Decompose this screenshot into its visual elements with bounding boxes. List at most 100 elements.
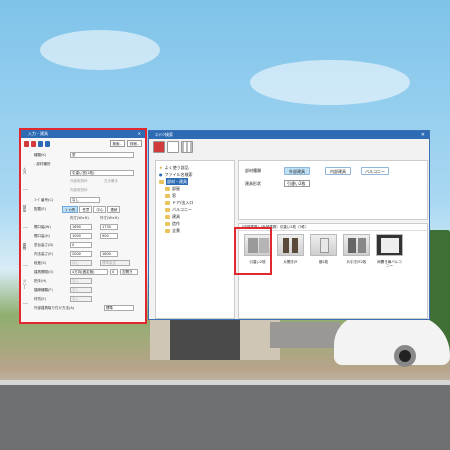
code-label: ｺｰﾄﾞ番号(C) (34, 198, 54, 202)
handle-label: 把手(H) (34, 279, 47, 283)
search-icon: ● (159, 172, 163, 177)
col-outer-label: 外寸(W×H) (100, 216, 119, 220)
width-label: 開口幅(W) (34, 225, 51, 229)
input-panel: 入力 - 建具 ✕ 検索.. 詳細.. 入力 部品 建物 ツリー 種類(K) 窓 … (19, 128, 147, 324)
tree-item[interactable]: バルコニー (159, 206, 231, 213)
vtab[interactable]: 入力 (23, 152, 28, 190)
install-select[interactable]: 標準 (104, 305, 134, 311)
width-field-2[interactable]: 1730 (100, 224, 118, 230)
frame-field[interactable]: なし (70, 287, 92, 293)
image-view-icon[interactable] (167, 141, 179, 153)
close-icon[interactable]: ✕ (421, 131, 425, 139)
category-tree: ★ よく使う部品 ● ファイル名検索 部材・建具 部屋 窓 ドア/出入口 バルコニー… (155, 160, 235, 319)
detail-button[interactable]: 詳細.. (126, 140, 142, 147)
tab-place[interactable]: 連続 (107, 206, 121, 213)
tree-item-label: よく使う部品 (164, 165, 189, 170)
place-tabs: 1 カ所 任意 中心 連続 (62, 206, 121, 213)
grid-view-icon[interactable] (181, 141, 193, 153)
sill-field[interactable]: 0 (70, 242, 92, 248)
tab-place[interactable]: 中心 (93, 206, 107, 213)
head-field[interactable]: 2000 (70, 251, 92, 257)
input-form: 種類(K) 窓 - 部材種別 引違い窓(2枚) 外部用窓枠 左手勝手 内部用窓枠 ｺ… (34, 152, 142, 314)
std-button[interactable]: 標準設定 (100, 260, 130, 266)
tree-item-label: ドア/出入口 (172, 200, 194, 205)
check-left-hand[interactable]: 左手勝手 (104, 179, 118, 184)
tab-place[interactable]: 1 カ所 (62, 206, 79, 213)
head-label: 内法高さ(E) (34, 252, 53, 256)
vtab[interactable]: ツリー (23, 266, 28, 304)
car-wheel (394, 345, 416, 367)
vertical-tabs: 入力 部品 建物 ツリー (23, 152, 32, 304)
window-toolbar (149, 139, 429, 155)
star-icon: ★ (159, 165, 163, 170)
red-tool-icon[interactable] (24, 140, 29, 147)
tree-item-label: 造作 (172, 221, 180, 226)
tree-item[interactable]: ● ファイル名検索 (159, 171, 231, 178)
cloud (250, 60, 410, 105)
thumbnail[interactable]: 両開き扉バルコニー (376, 234, 403, 268)
height-label: 開口高(H) (34, 234, 50, 238)
thumbnail-caption: 片開き戸 (283, 260, 298, 264)
open-select[interactable]: 4方向(固定無) (70, 269, 108, 275)
thumbnail-caption: 襖2枚 (318, 260, 329, 264)
vtab[interactable]: 建物 (23, 228, 28, 266)
height-field-2[interactable]: 900 (100, 233, 118, 239)
tree-item[interactable]: 全景 (159, 227, 231, 234)
subtype-select[interactable]: 引違い窓(2枚) (70, 170, 134, 176)
tree-item[interactable]: ★ よく使う部品 (159, 164, 231, 171)
thumbnail[interactable]: 襖2枚 (310, 234, 337, 268)
thumbnail[interactable]: 片引き戸2枚 (343, 234, 370, 268)
head-field-2[interactable]: 1800 (100, 251, 118, 257)
check-outer-frame[interactable]: 外部用窓枠 (70, 179, 88, 184)
handle-field[interactable]: なし (70, 278, 92, 284)
book-icon[interactable] (153, 141, 165, 153)
thumbnail-image (277, 234, 304, 256)
car (334, 315, 450, 367)
tree-item-label: 全景 (172, 228, 180, 233)
thumbnail[interactable]: 片開き戸 (277, 234, 304, 268)
tree-item-label: 建具 (172, 214, 180, 219)
house-entrance (170, 320, 240, 360)
search-button[interactable]: 検索.. (109, 140, 125, 147)
col-inner-label: 内寸(W×H) (70, 216, 89, 220)
step-field[interactable]: なし (70, 260, 92, 266)
width-field[interactable]: 1690 (70, 224, 92, 230)
folder-icon (159, 179, 164, 184)
tree-item[interactable]: 部屋 (159, 185, 231, 192)
kind-label: 種類(K) (34, 153, 47, 157)
tree-item[interactable]: 造作 (159, 220, 231, 227)
material-label: 材質(E) (34, 297, 46, 301)
type-option[interactable]: 外部建具 (284, 167, 310, 175)
tree-item[interactable]: 部材・建具 (159, 178, 231, 185)
check-inner-frame[interactable]: 内部用窓枠 (70, 188, 88, 193)
attribute-panel: 部材種類 外部建具 内部建具 バルコニー 建具形状 引違い2枚 (238, 160, 428, 220)
content-search-window: ｺﾝﾃﾝﾂ検索 ✕ ★ よく使う部品 ● ファイル名検索 部材・建具 部屋 窓 ドア… (148, 130, 430, 320)
height-field[interactable]: 1000 (70, 233, 92, 239)
open-field-2[interactable]: 0 (110, 269, 118, 275)
tree-item[interactable]: ドア/出入口 (159, 199, 231, 206)
thumbnail-caption: 両開き扉バルコニー (377, 260, 402, 268)
tree-item-label: 窓 (172, 193, 176, 198)
info-icon[interactable] (45, 140, 50, 147)
dir-select[interactable]: 右開き (120, 269, 138, 275)
vtab[interactable]: 部品 (23, 190, 28, 228)
blue-tool-icon[interactable] (38, 140, 43, 147)
search-group: 検索.. 詳細.. (109, 140, 142, 147)
kind-select[interactable]: 窓 (70, 152, 134, 158)
code-field[interactable]: なし (70, 197, 100, 203)
close-icon[interactable]: ✕ (138, 130, 141, 138)
folder-icon (165, 186, 170, 191)
thumbnail-image (343, 234, 370, 256)
panel-toolbar: 検索.. 詳細.. (21, 138, 145, 149)
type-option[interactable]: バルコニー (361, 167, 389, 175)
red-tool-icon[interactable] (31, 140, 36, 147)
tree-item[interactable]: 建具 (159, 213, 231, 220)
material-field[interactable]: なし (70, 296, 92, 302)
frame-label: 額縁種類(F) (34, 288, 53, 292)
type-option[interactable]: 内部建具 (325, 167, 351, 175)
cloud (40, 30, 160, 70)
thumbnail-image (310, 234, 337, 256)
shape-select[interactable]: 引違い2枚 (284, 180, 310, 187)
tab-place[interactable]: 任意 (79, 206, 93, 213)
tree-item[interactable]: 窓 (159, 192, 231, 199)
